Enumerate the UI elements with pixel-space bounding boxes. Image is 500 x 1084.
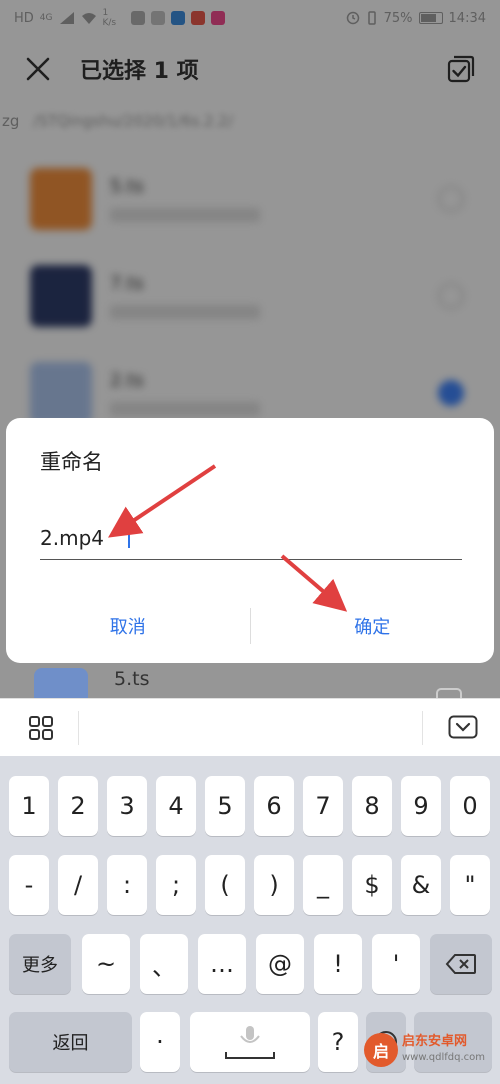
- key-enum-comma[interactable]: 、: [140, 934, 188, 994]
- watermark-title: 启东安卓网: [402, 1034, 468, 1049]
- key-quote[interactable]: ": [450, 855, 490, 915]
- hide-keyboard-icon[interactable]: [448, 715, 478, 739]
- list-item[interactable]: 5.ts: [0, 668, 500, 698]
- file-name: 5.ts: [114, 668, 150, 690]
- backspace-key[interactable]: [430, 934, 492, 994]
- key-ampersand[interactable]: &: [401, 855, 441, 915]
- back-key[interactable]: 返回: [9, 1012, 132, 1072]
- key-tilde[interactable]: ~: [82, 934, 130, 994]
- key-5[interactable]: 5: [205, 776, 245, 836]
- key-ellipsis[interactable]: …: [198, 934, 246, 994]
- file-thumbnail: [34, 668, 88, 698]
- key-7[interactable]: 7: [303, 776, 343, 836]
- key-semicolon[interactable]: ;: [156, 855, 196, 915]
- key-at[interactable]: @: [256, 934, 304, 994]
- key-4[interactable]: 4: [156, 776, 196, 836]
- key-underscore[interactable]: _: [303, 855, 343, 915]
- key-slash[interactable]: /: [58, 855, 98, 915]
- microphone-icon: [225, 1026, 275, 1059]
- key-colon[interactable]: :: [107, 855, 147, 915]
- key-9[interactable]: 9: [401, 776, 441, 836]
- toolbar-divider: [422, 711, 423, 745]
- keyboard-toolbar: [0, 698, 500, 756]
- dialog-actions: 取消 确定: [6, 604, 494, 648]
- watermark-url: www.qdlfdq.com: [402, 1052, 486, 1063]
- select-checkbox[interactable]: [436, 688, 462, 698]
- confirm-button[interactable]: 确定: [251, 604, 495, 648]
- toolbar-divider: [78, 711, 79, 745]
- key-question[interactable]: ?: [318, 1012, 358, 1072]
- watermark-logo-icon: 启: [364, 1033, 398, 1067]
- filename-input[interactable]: [40, 520, 462, 560]
- key-middle-dot[interactable]: ·: [140, 1012, 180, 1072]
- key-dollar[interactable]: $: [352, 855, 392, 915]
- backspace-icon: [445, 954, 476, 974]
- key-exclamation[interactable]: !: [314, 934, 362, 994]
- space-key[interactable]: [190, 1012, 310, 1072]
- text-cursor: [128, 522, 130, 548]
- key-0[interactable]: 0: [450, 776, 490, 836]
- key-2[interactable]: 2: [58, 776, 98, 836]
- key-6[interactable]: 6: [254, 776, 294, 836]
- key-3[interactable]: 3: [107, 776, 147, 836]
- dialog-title: 重命名: [40, 450, 103, 474]
- grid-menu-icon[interactable]: [28, 715, 54, 741]
- key-8[interactable]: 8: [352, 776, 392, 836]
- key-hyphen[interactable]: -: [9, 855, 49, 915]
- rename-dialog: 重命名 取消 确定: [6, 418, 494, 663]
- key-open-paren[interactable]: (: [205, 855, 245, 915]
- key-1[interactable]: 1: [9, 776, 49, 836]
- site-watermark: 启 启东安卓网 www.qdlfdq.com: [364, 1020, 494, 1080]
- more-symbols-key[interactable]: 更多: [9, 934, 71, 994]
- cancel-button[interactable]: 取消: [6, 604, 250, 648]
- key-close-paren[interactable]: ): [254, 855, 294, 915]
- key-apostrophe[interactable]: ': [372, 934, 420, 994]
